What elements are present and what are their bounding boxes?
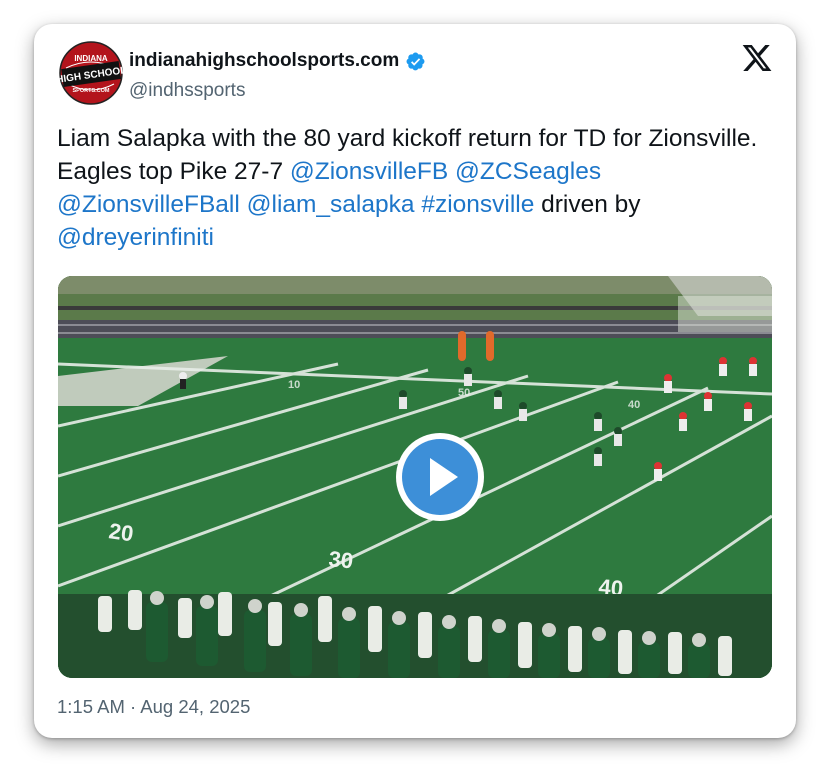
tweet-text-segment: driven by <box>534 191 641 218</box>
avatar-text-top: INDIANA <box>74 54 108 63</box>
yard-number: 30 <box>327 546 354 573</box>
avatar-logo: INDIANA HIGH SCHOOL SPORTS.COM <box>56 39 126 107</box>
yard-number: 40 <box>628 399 640 411</box>
mention-link[interactable]: @ZionsvilleFB <box>290 158 448 185</box>
mention-link[interactable]: @dreyerinfiniti <box>57 224 214 251</box>
yard-number: 50 <box>458 387 470 399</box>
tweet-text-segment <box>240 191 247 218</box>
tweet-card: INDIANA HIGH SCHOOL SPORTS.COM indianahi… <box>34 24 796 738</box>
author-display-name[interactable]: indianahighschoolsports.com <box>129 50 399 72</box>
mention-link[interactable]: @ZionsvilleFBall <box>57 191 240 218</box>
author-avatar[interactable]: INDIANA HIGH SCHOOL SPORTS.COM <box>56 38 126 108</box>
author-handle[interactable]: @indhssports <box>129 80 245 102</box>
author-name-row: indianahighschoolsports.com <box>129 50 426 72</box>
play-icon[interactable] <box>395 432 485 522</box>
tweet-text-segment <box>448 158 455 185</box>
tweet-text: Liam Salapka with the 80 yard kickoff re… <box>57 122 777 254</box>
video-player[interactable]: 20 30 40 10 50 40 <box>58 276 772 678</box>
avatar-text-bottom: SPORTS.COM <box>73 88 110 94</box>
mention-link[interactable]: @liam_salapka <box>247 191 415 218</box>
x-logo-icon[interactable] <box>740 42 774 74</box>
hashtag-link[interactable]: #zionsville <box>421 191 534 218</box>
tweet-timestamp[interactable]: 1:15 AM · Aug 24, 2025 <box>57 696 250 718</box>
yard-number: 10 <box>288 379 300 391</box>
verified-badge-icon <box>406 52 425 70</box>
mention-link[interactable]: @ZCSeagles <box>455 158 601 185</box>
yard-number: 20 <box>107 518 135 546</box>
